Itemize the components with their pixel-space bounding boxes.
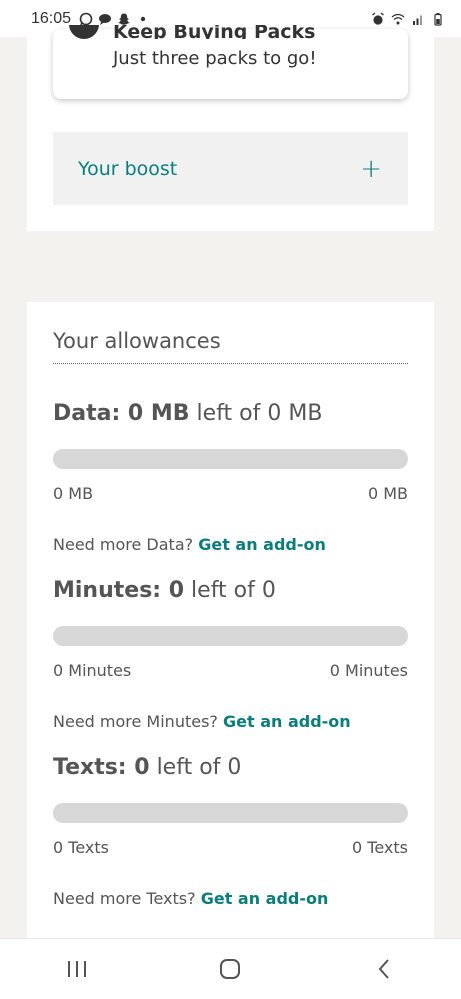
signal-icon: [413, 15, 422, 25]
texts-min-label: 0 Texts: [53, 838, 109, 857]
minutes-range: 0 Minutes 0 Minutes: [53, 661, 408, 680]
packs-card: Keep Buying Packs Just three packs to go…: [27, 25, 434, 231]
minutes-usage-bar: [53, 626, 408, 646]
minutes-heading: Minutes: 0 left of 0: [53, 578, 276, 603]
texts-addon-prompt: Need more Texts? Get an add-on: [53, 889, 329, 908]
android-nav-bar: [0, 938, 461, 999]
data-usage-bar: [53, 449, 408, 469]
data-allowance: Data: 0 MB left of 0 MB 0 MB 0 MB Need m…: [53, 401, 408, 554]
back-icon: [378, 959, 389, 979]
minutes-addon-link[interactable]: Get an add-on: [223, 712, 351, 731]
expand-plus-icon[interactable]: +: [360, 156, 382, 182]
allowances-card: Your allowances Data: 0 MB left of 0 MB …: [27, 302, 434, 942]
data-addon-prompt: Need more Data? Get an add-on: [53, 535, 326, 554]
keep-buying-packs-card: Keep Buying Packs Just three packs to go…: [53, 25, 408, 99]
boost-label: Your boost: [78, 157, 178, 180]
info-icon: [69, 25, 99, 39]
data-max-label: 0 MB: [367, 484, 408, 503]
recent-apps-button[interactable]: [57, 954, 97, 984]
chat-icon: [99, 13, 112, 25]
whatsapp-icon: [79, 12, 93, 25]
recent-apps-icon: [67, 961, 86, 977]
system-icons: [371, 11, 445, 26]
home-button[interactable]: [210, 954, 250, 984]
alarm-icon: [372, 11, 384, 25]
snapchat-icon: [118, 13, 130, 25]
minutes-max-label: 0 Minutes: [329, 661, 408, 680]
data-range: 0 MB 0 MB: [53, 484, 408, 503]
minutes-addon-prompt: Need more Minutes? Get an add-on: [53, 712, 351, 731]
minutes-allowance: Minutes: 0 left of 0 0 Minutes 0 Minutes…: [53, 578, 408, 731]
pack-heading: Keep Buying Packs: [113, 25, 316, 39]
texts-usage-bar: [53, 803, 408, 823]
your-boost-accordion[interactable]: Your boost +: [53, 132, 408, 205]
pack-subtext: Just three packs to go!: [113, 48, 317, 69]
status-time: 16:05: [31, 9, 72, 27]
texts-range: 0 Texts 0 Texts: [53, 838, 408, 857]
minutes-min-label: 0 Minutes: [53, 661, 132, 680]
texts-addon-link[interactable]: Get an add-on: [201, 889, 329, 908]
wifi-icon: [391, 13, 405, 24]
allowances-title: Your allowances: [53, 329, 408, 364]
dot-icon: [140, 16, 146, 21]
texts-max-label: 0 Texts: [352, 838, 408, 857]
battery-icon: [434, 12, 442, 26]
data-heading: Data: 0 MB left of 0 MB: [53, 401, 323, 426]
data-addon-link[interactable]: Get an add-on: [198, 535, 326, 554]
data-min-label: 0 MB: [53, 484, 94, 503]
texts-allowance: Texts: 0 left of 0 0 Texts 0 Texts Need …: [53, 755, 408, 908]
back-button[interactable]: [364, 954, 404, 984]
notification-icons: [79, 12, 150, 26]
texts-heading: Texts: 0 left of 0: [53, 755, 242, 780]
home-icon: [220, 959, 241, 979]
